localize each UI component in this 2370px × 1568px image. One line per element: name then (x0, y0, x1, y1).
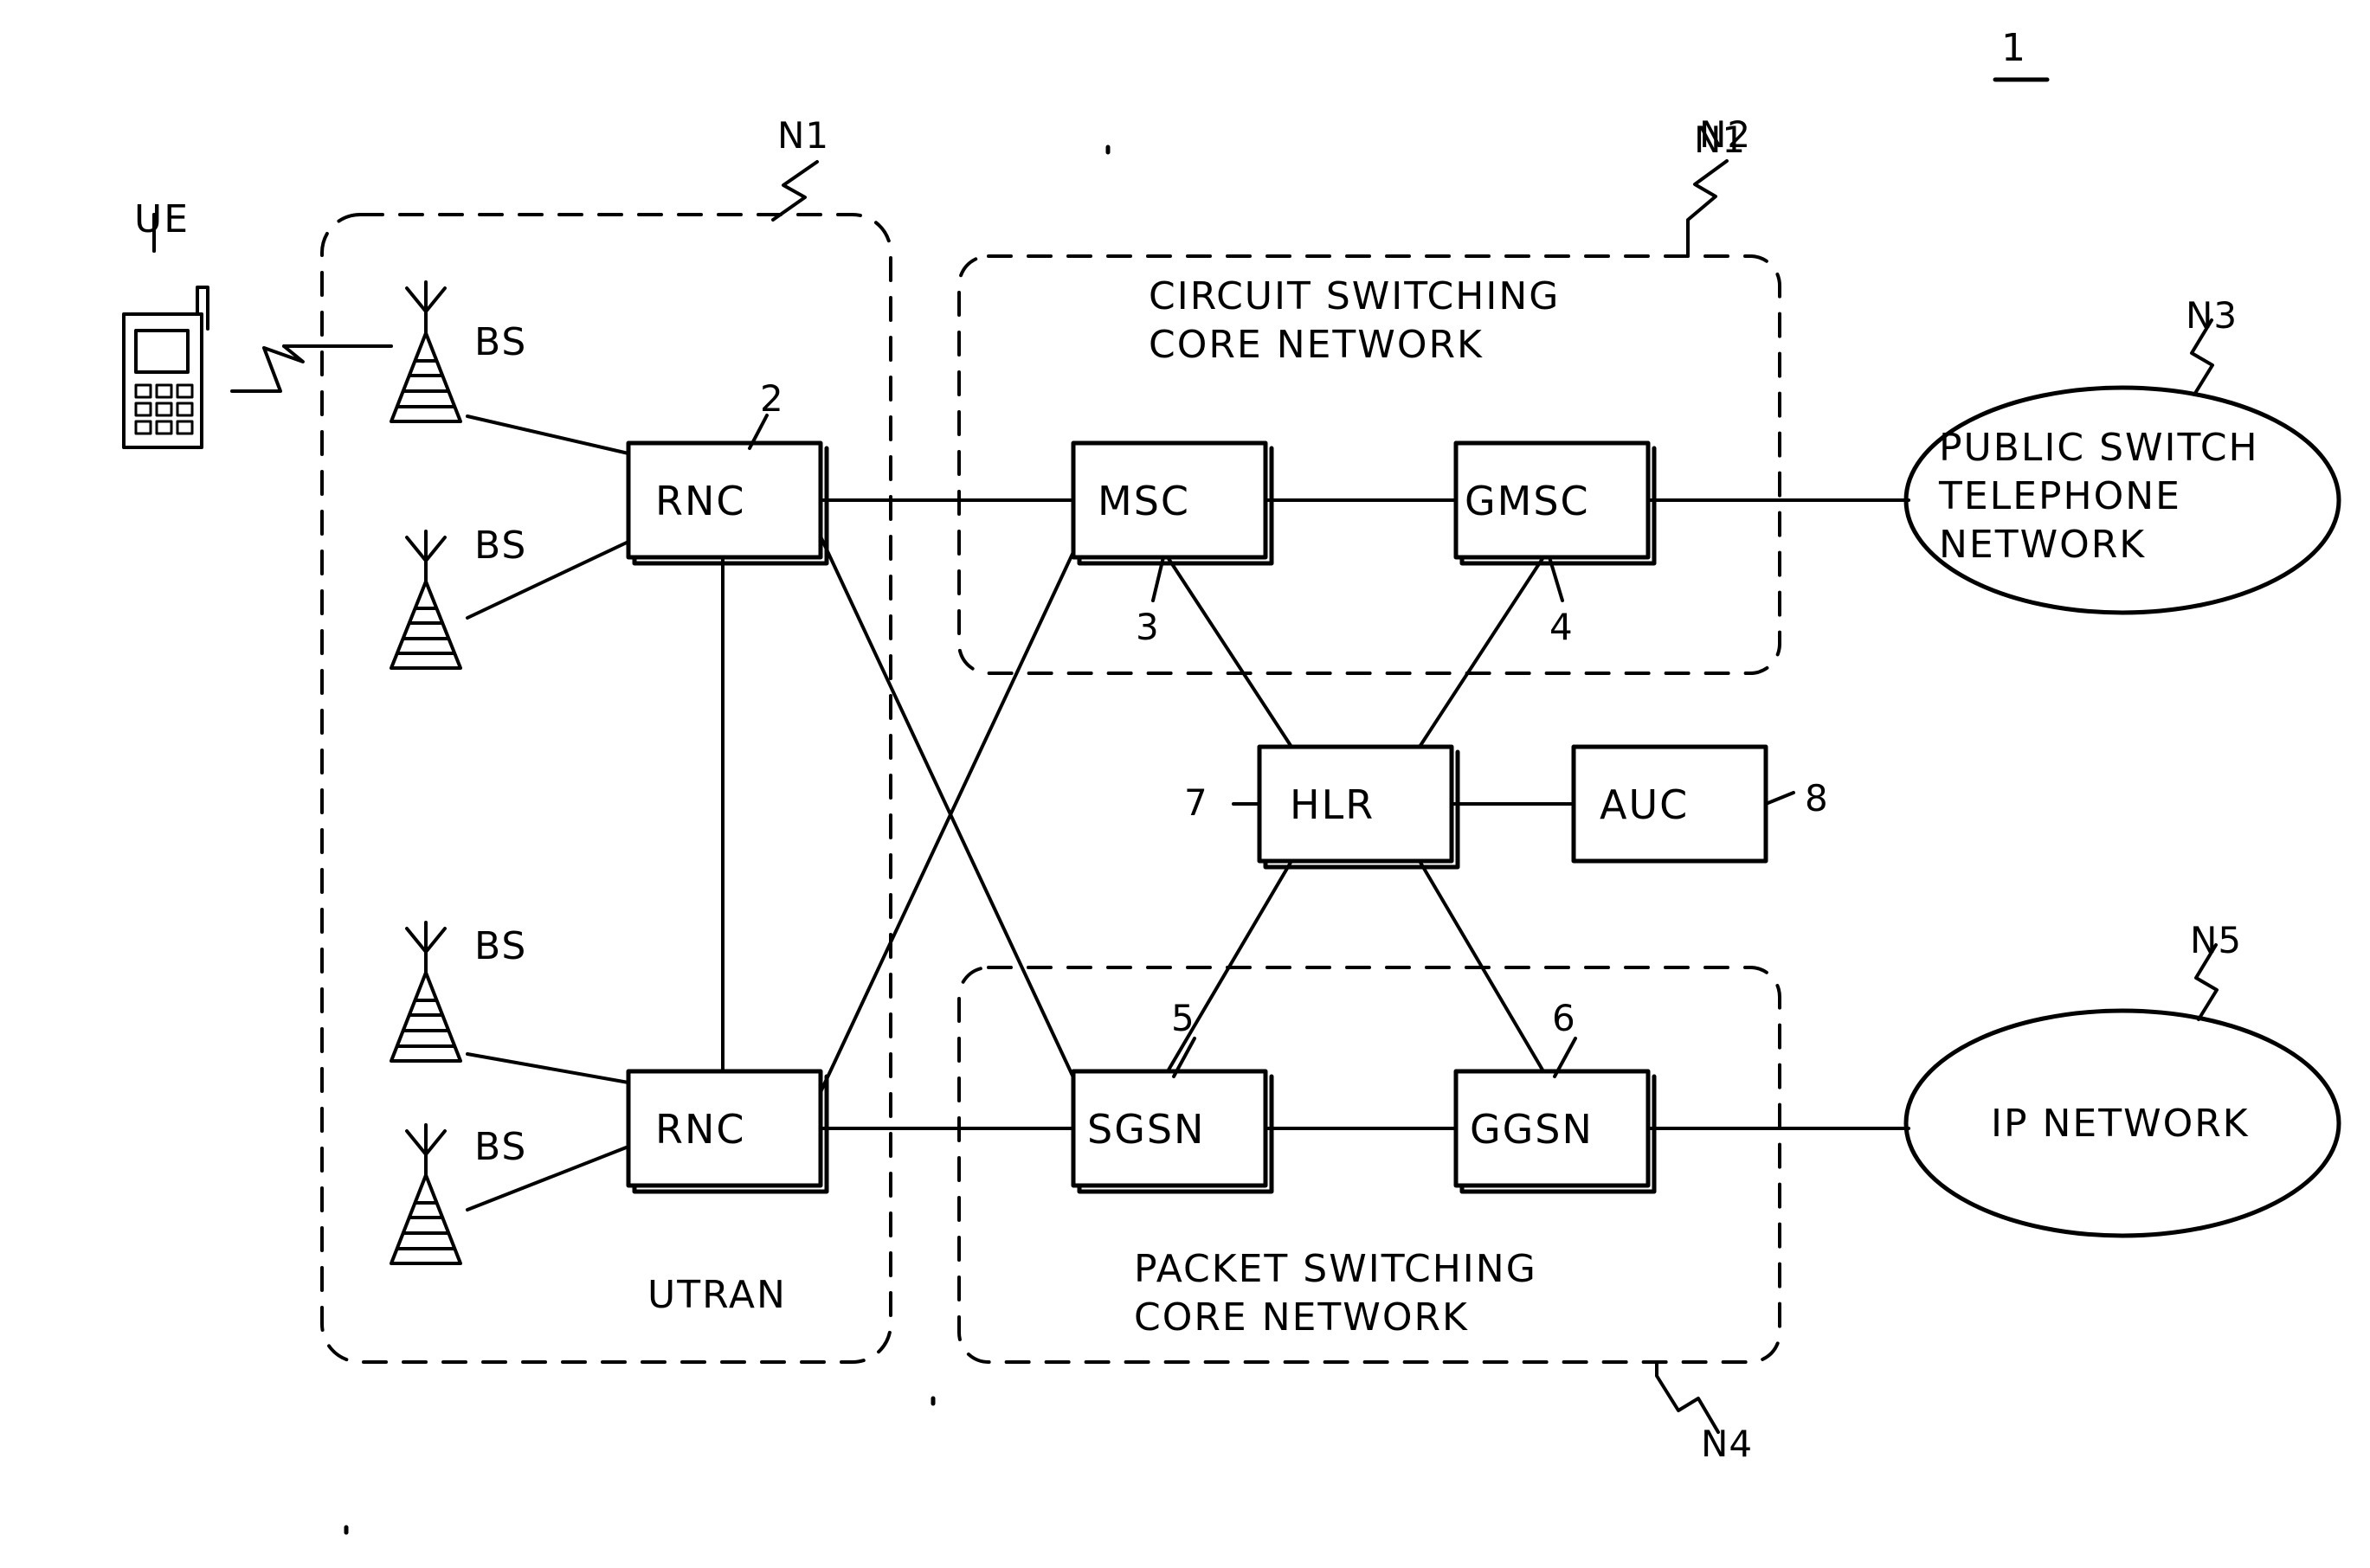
link-rnc-top-sgsn (819, 535, 1075, 1079)
hlr-ref: 7 (1184, 781, 1208, 824)
sgsn-label: SGSN (1087, 1106, 1206, 1153)
link-hlr-gmsc (1418, 556, 1545, 749)
auc-label: AUC (1600, 781, 1690, 828)
circuit-switching-label-line2: CORE NETWORK (1149, 323, 1484, 367)
n4-tag: N4 (1701, 1423, 1754, 1465)
n4-leader (1655, 1360, 1720, 1434)
ue-handset (122, 213, 209, 449)
rnc-top-label: RNC (655, 478, 746, 524)
bs-label-4: BS (474, 1125, 528, 1169)
pstn-label-line3: NETWORK (1939, 523, 2147, 567)
packet-switching-label-line2: CORE NETWORK (1134, 1295, 1469, 1340)
n1-tag: N1 (777, 114, 830, 157)
msc-label: MSC (1098, 478, 1191, 524)
pstn-label-line2: TELEPHONE (1939, 474, 2181, 518)
n3-tag: N3 (2186, 294, 2238, 337)
n1-leader (771, 160, 819, 222)
link-hlr-msc (1166, 556, 1293, 749)
rnc-top-ref: 2 (760, 377, 784, 420)
auc-ref-leader (1764, 791, 1795, 806)
circuit-switching-label-line1: CIRCUIT SWITCHING (1149, 274, 1561, 318)
bs-label-3: BS (474, 924, 528, 968)
n5-tag: N5 (2190, 919, 2243, 961)
link-rnc-bottom-msc (819, 550, 1075, 1094)
pstn-label-line1: PUBLIC SWITCH (1939, 426, 2259, 470)
ipnet-label: IP NETWORK (1991, 1102, 2250, 1146)
bs-label-2: BS (474, 524, 528, 568)
rnc-bottom-label: RNC (655, 1106, 746, 1153)
bs-tower-1 (390, 280, 462, 423)
bs-tower-2 (390, 530, 462, 670)
bs-label-1: BS (474, 320, 528, 364)
link-bs3-rnc-bottom (466, 1052, 630, 1084)
bs-tower-4 (390, 1123, 462, 1265)
bs-tower-3 (390, 921, 462, 1063)
n2-tag: N2 (1699, 113, 1752, 156)
sgsn-ref: 5 (1171, 997, 1195, 1039)
gmsc-ref: 4 (1549, 606, 1574, 648)
hlr-label: HLR (1290, 781, 1375, 828)
link-bs1-rnc-top (466, 414, 630, 455)
utran-label: UTRAN (647, 1273, 787, 1317)
ggsn-label: GGSN (1470, 1106, 1594, 1153)
radio-link (230, 344, 393, 393)
n2-leader (1686, 159, 1729, 258)
msc-ref: 3 (1136, 606, 1160, 648)
figure-canvas: 1 N1 N1 N2 N3 N4 N5 UE BS BS BS BS RNC 2… (0, 0, 2370, 1568)
packet-switching-label-line1: PACKET SWITCHING (1134, 1247, 1537, 1291)
ggsn-ref: 6 (1552, 997, 1576, 1039)
auc-ref: 8 (1805, 777, 1829, 819)
gmsc-label: GMSC (1465, 478, 1590, 524)
ue-label: UE (134, 197, 190, 241)
figure-number: 1 (2001, 26, 2026, 70)
